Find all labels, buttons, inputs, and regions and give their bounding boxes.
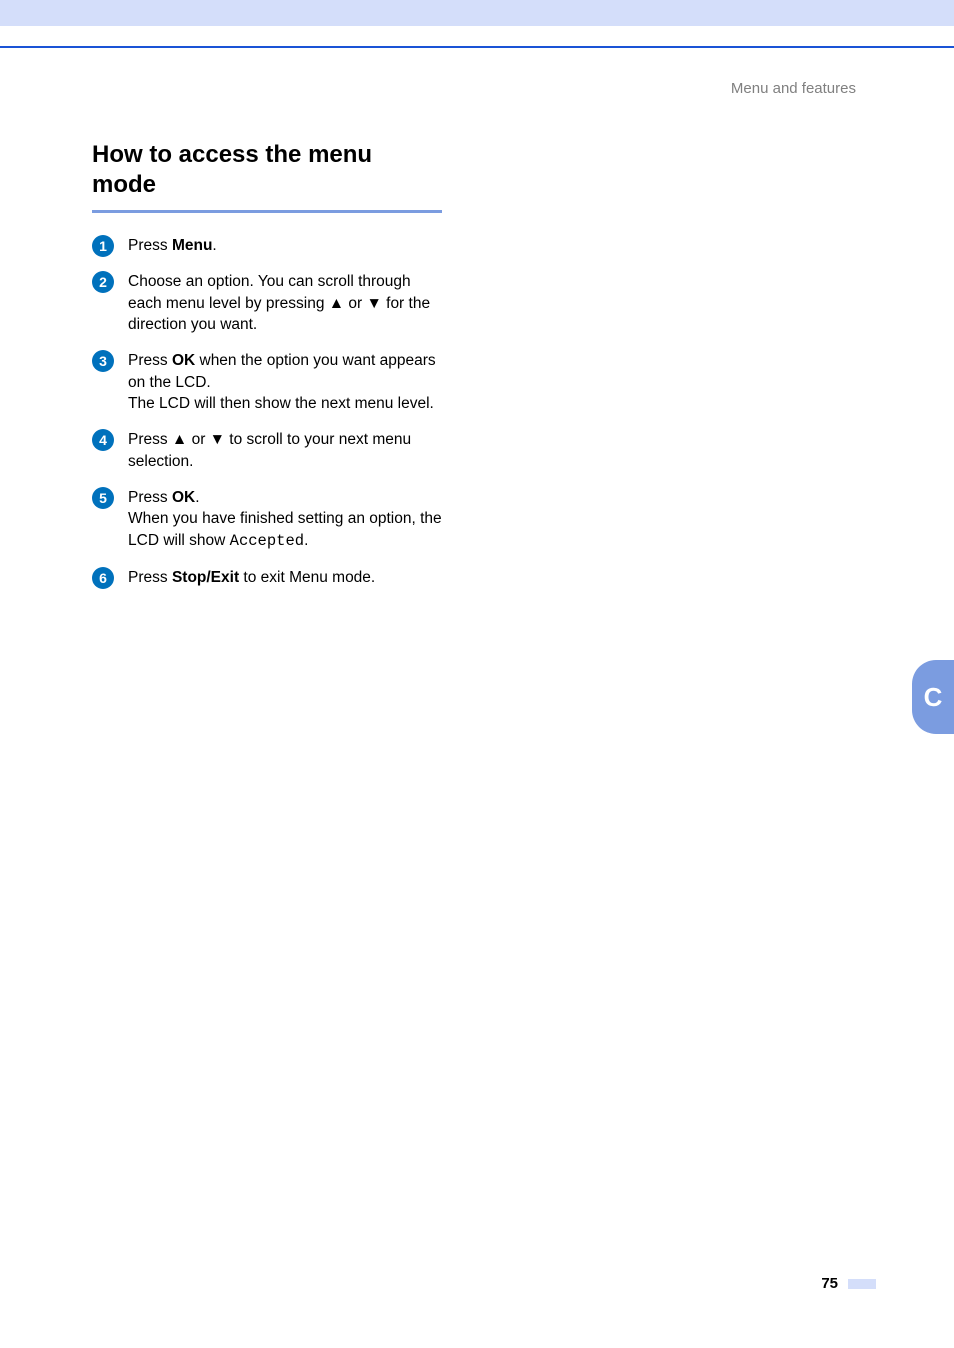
step-text: Press Stop/Exit to exit Menu mode. bbox=[128, 567, 442, 589]
title-underline bbox=[92, 210, 442, 213]
step-text: Press OK.When you have finished setting … bbox=[128, 487, 442, 553]
footer: 75 bbox=[821, 1275, 876, 1292]
step-number-badge: 4 bbox=[92, 429, 114, 451]
step-number-badge: 6 bbox=[92, 567, 114, 589]
step-item: 1 Press Menu. bbox=[92, 235, 442, 257]
main-content: How to access the menu mode 1 Press Menu.… bbox=[92, 140, 442, 603]
step-item: 2 Choose an option. You can scroll throug… bbox=[92, 271, 442, 336]
page-number: 75 bbox=[821, 1275, 838, 1292]
step-number-badge: 2 bbox=[92, 271, 114, 293]
step-text: Press OK when the option you want appear… bbox=[128, 350, 442, 415]
step-text: Press ▲ or ▼ to scroll to your next menu… bbox=[128, 429, 442, 472]
step-text: Choose an option. You can scroll through… bbox=[128, 271, 442, 336]
step-item: 3 Press OK when the option you want appea… bbox=[92, 350, 442, 415]
step-number-badge: 5 bbox=[92, 487, 114, 509]
step-number-badge: 3 bbox=[92, 350, 114, 372]
step-item: 6 Press Stop/Exit to exit Menu mode. bbox=[92, 567, 442, 589]
top-bar bbox=[0, 0, 954, 26]
steps-list: 1 Press Menu. 2 Choose an option. You can s… bbox=[92, 235, 442, 589]
footer-bar bbox=[848, 1279, 876, 1289]
step-number-badge: 1 bbox=[92, 235, 114, 257]
step-item: 5 Press OK.When you have finished setting… bbox=[92, 487, 442, 553]
step-text: Press Menu. bbox=[128, 235, 442, 257]
top-rule bbox=[0, 46, 954, 48]
side-tab: C bbox=[912, 660, 954, 734]
section-title: How to access the menu mode bbox=[92, 140, 442, 200]
step-item: 4 Press ▲ or ▼ to scroll to your next men… bbox=[92, 429, 442, 472]
header-section-label: Menu and features bbox=[731, 80, 856, 97]
